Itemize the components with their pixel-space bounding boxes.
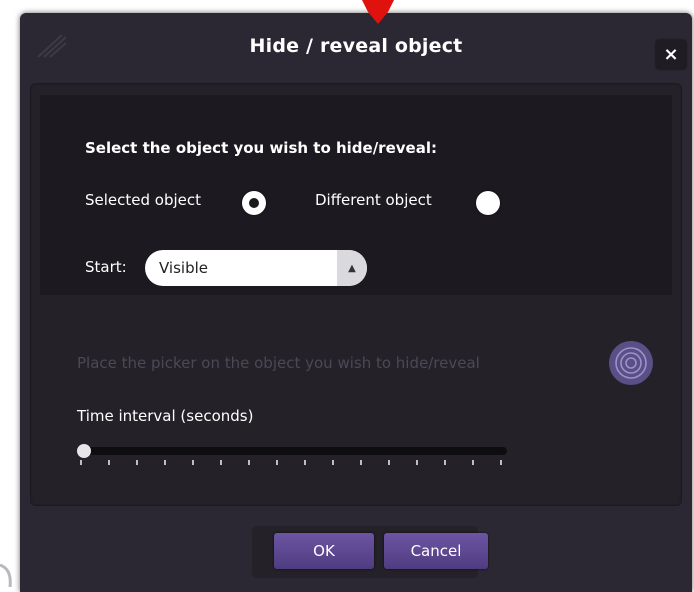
slider-tick [332,460,334,465]
background-fragment-icon [0,563,12,588]
time-interval-slider[interactable] [80,447,507,455]
slider-tick [500,460,502,465]
slider-tick [192,460,194,465]
start-label: Start: [85,258,127,276]
slider-tick [472,460,474,465]
slider-tick [164,460,166,465]
slider-tick [220,460,222,465]
settings-panel: Select the object you wish to hide/revea… [30,83,682,506]
selected-object-label: Selected object [85,191,202,209]
slider-tick [388,460,390,465]
start-dropdown[interactable]: Visible ▲ [145,250,367,286]
slider-tick [360,460,362,465]
slider-tick [444,460,446,465]
slider-tick [416,460,418,465]
slider-ticks [80,460,507,466]
slider-tick [248,460,250,465]
close-button[interactable]: × [656,40,686,69]
time-interval-label: Time interval (seconds) [77,407,254,425]
selected-object-radio[interactable] [242,191,266,215]
time-interval-slider-thumb[interactable] [77,444,91,458]
selection-heading: Select the object you wish to hide/revea… [85,139,437,157]
different-object-radio[interactable] [476,191,500,215]
cancel-button[interactable]: Cancel [384,533,488,569]
red-arrow-icon [362,0,394,24]
different-object-label: Different object [315,191,432,209]
dialog-title: Hide / reveal object [249,35,463,57]
slider-tick [80,460,82,465]
start-dropdown-value: Visible [159,259,208,277]
radio-selected-dot [249,198,259,208]
slider-tick [276,460,278,465]
dialog-button-bar: OK Cancel [252,526,488,578]
ok-button[interactable]: OK [274,533,374,569]
slider-tick [108,460,110,465]
slider-tick [136,460,138,465]
slider-tick [304,460,306,465]
picker-instruction: Place the picker on the object you wish … [77,354,480,372]
picker-target-icon[interactable] [608,340,654,386]
hide-reveal-dialog: Hide / reveal object × Select the object… [20,13,692,592]
